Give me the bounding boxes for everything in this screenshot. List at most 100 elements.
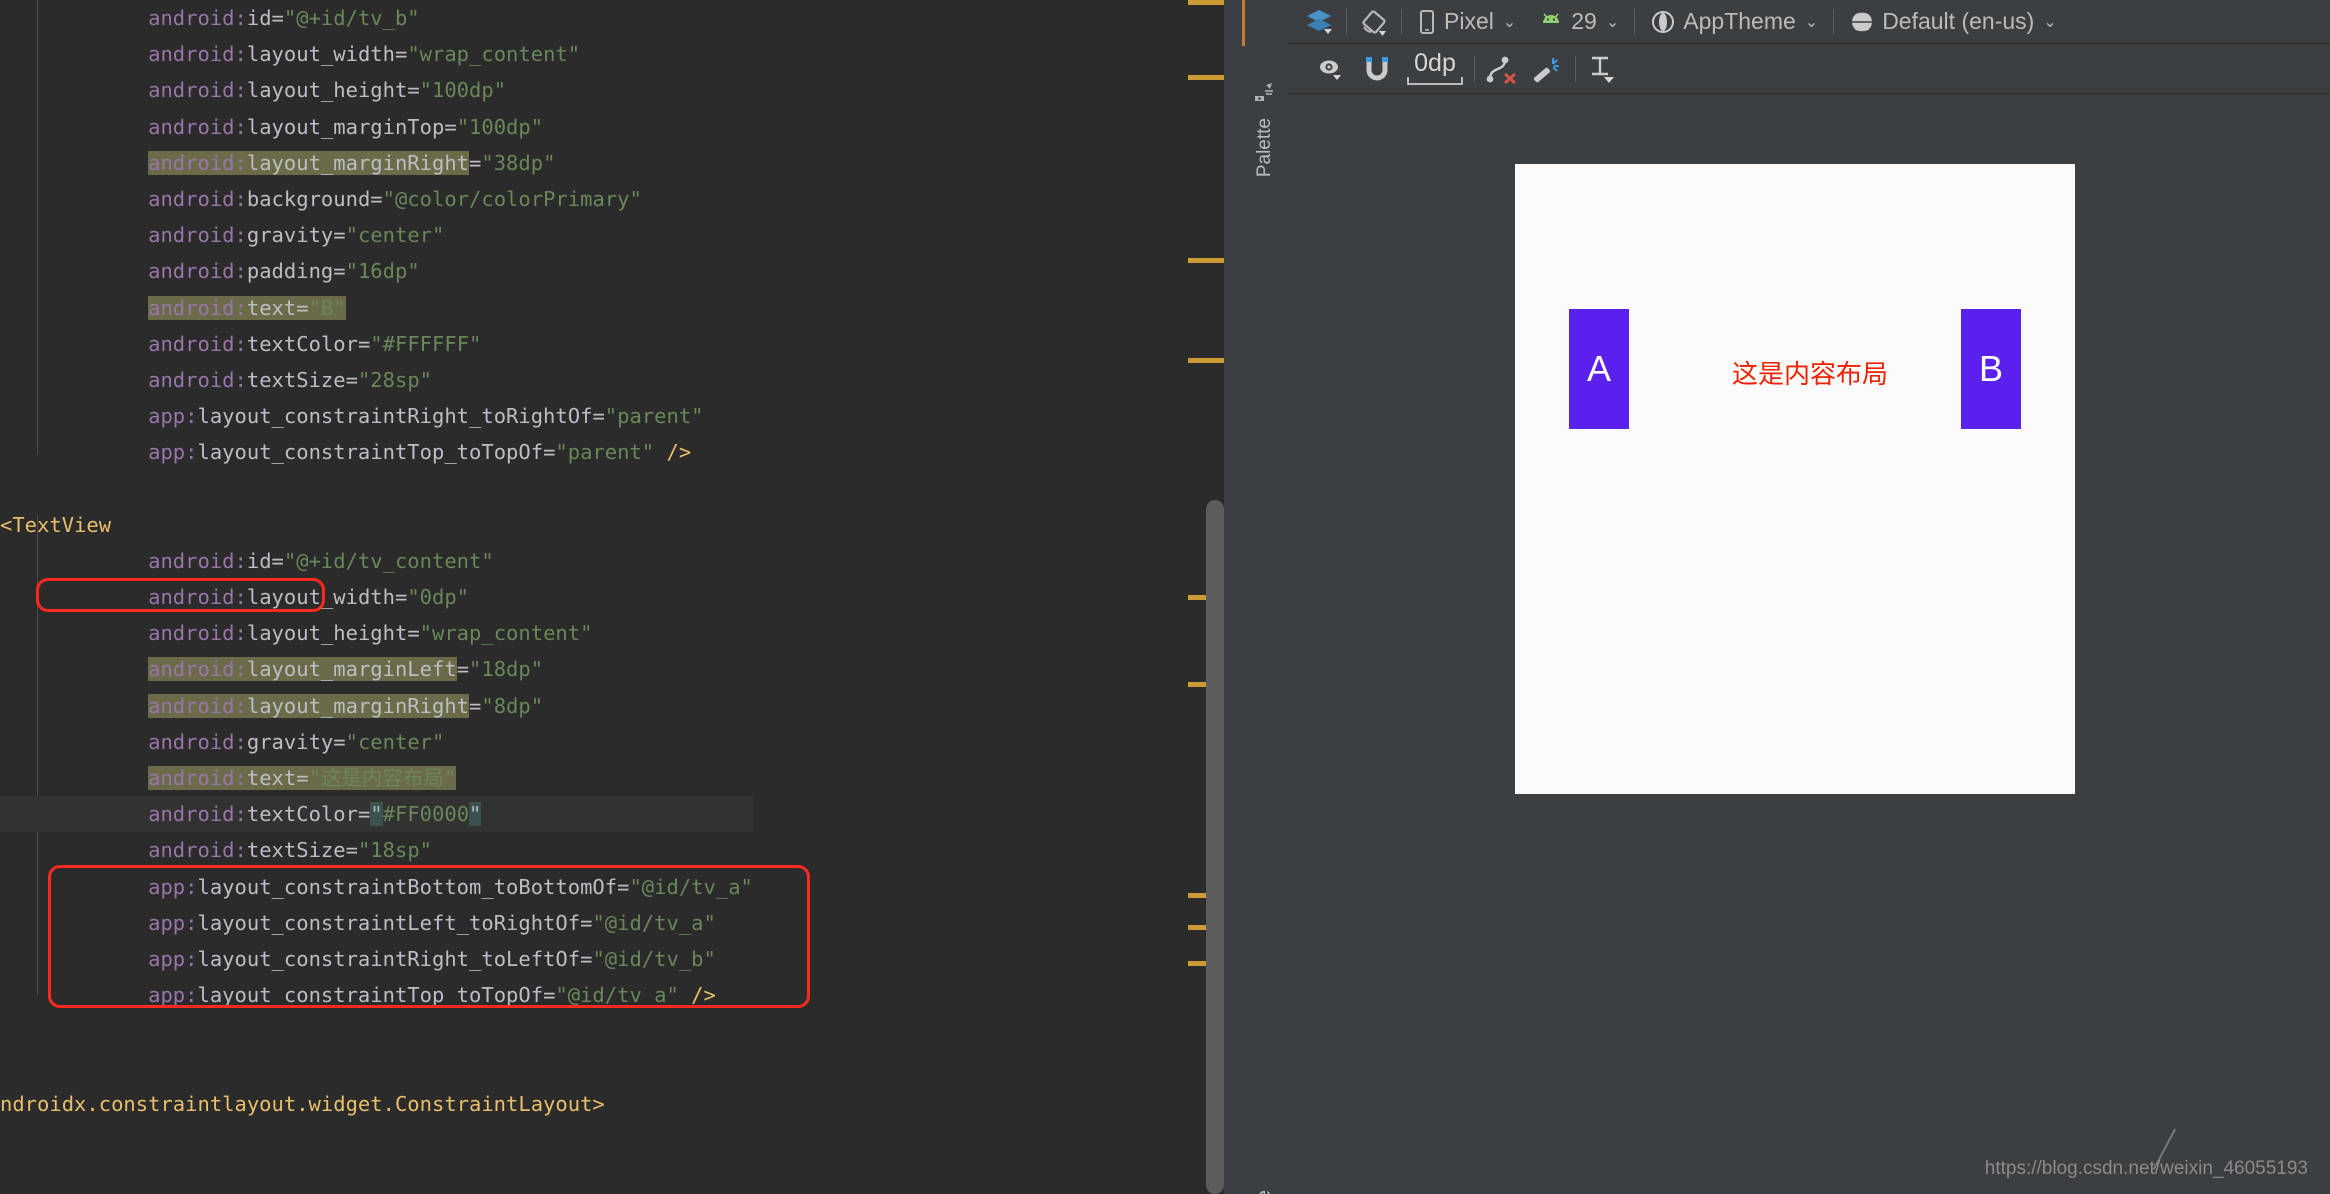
code-line[interactable]: app:layout_constraintBottom_toBottomOf="…: [0, 869, 753, 905]
code-token: id: [246, 548, 272, 573]
gutter-mark[interactable]: [1188, 75, 1224, 80]
design-canvas[interactable]: A 这是内容布局 B https://blog.csdn.net/weixin_…: [1288, 94, 2330, 1194]
locale-selector[interactable]: Default (en-us) ⌄: [1838, 2, 2068, 42]
code-line[interactable]: app:layout_constraintTop_toTopOf="parent…: [0, 434, 753, 470]
code-token: "wrap_content": [407, 42, 581, 67]
device-selector[interactable]: Pixel ⌄: [1406, 2, 1527, 42]
code-token: =: [543, 983, 556, 1008]
code-line[interactable]: android:layout_height="100dp": [0, 72, 753, 108]
code-token: gravity: [246, 729, 334, 754]
code-token: "0dp": [407, 585, 470, 609]
code-line[interactable]: android:layout_width="0dp": [0, 579, 753, 615]
clear-constraints-button[interactable]: [1479, 49, 1525, 89]
code-tokens: app:layout_constraintRight_toLeftOf="@id…: [148, 947, 716, 971]
tool-window-strip[interactable]: Palette Component Tree: [1242, 0, 1288, 1194]
code-line[interactable]: android:layout_marginRight="38dp": [0, 145, 753, 181]
editor-scrollbar-thumb[interactable]: [1206, 500, 1224, 1194]
code-content[interactable]: android:id="@+id/tv_b" android:layout_wi…: [0, 0, 753, 1122]
code-line[interactable]: android:id="@+id/tv_content": [0, 543, 753, 579]
code-line[interactable]: ndroidx.constraintlayout.widget.Constrai…: [0, 1086, 753, 1122]
code-line[interactable]: android:gravity="center": [0, 217, 753, 253]
code-token: layout_marginRight: [246, 150, 470, 175]
code-line[interactable]: app:layout_constraintRight_toRightOf="pa…: [0, 398, 753, 434]
view-options-button[interactable]: [1308, 49, 1354, 89]
code-token: app:: [148, 910, 198, 935]
code-line[interactable]: android:textSize="28sp": [0, 362, 753, 398]
textview-b[interactable]: B: [1961, 309, 2021, 429]
code-line[interactable]: android:padding="16dp": [0, 253, 753, 289]
code-line[interactable]: app:layout_constraintTop_toTopOf="@id/tv…: [0, 977, 753, 1013]
component-tree-tool-label[interactable]: Component Tree: [1254, 1190, 1276, 1194]
code-line[interactable]: android:gravity="center": [0, 724, 753, 760]
code-token: =: [271, 548, 284, 573]
code-line[interactable]: app:layout_constraintLeft_toRightOf="@id…: [0, 905, 753, 941]
code-token: android:: [148, 765, 247, 790]
eye-icon: [1320, 60, 1341, 80]
code-token: textColor: [246, 802, 358, 827]
code-tokens: android:layout_height="100dp": [148, 78, 506, 102]
code-line[interactable]: android:layout_width="wrap_content": [0, 36, 753, 72]
code-line[interactable]: android:textColor="#FF0000": [0, 796, 753, 833]
code-token: =: [469, 693, 482, 718]
code-token: layout_height: [246, 621, 408, 646]
code-token: ndroidx.constraintlayout.widget.Constrai…: [0, 1091, 605, 1116]
autoconnect-button[interactable]: [1354, 49, 1400, 89]
code-token: app:: [148, 946, 198, 971]
code-line[interactable]: [0, 1013, 753, 1049]
code-tokens: android:layout_marginTop="100dp": [148, 115, 543, 139]
infer-constraints-button[interactable]: [1525, 49, 1571, 89]
guidelines-button[interactable]: [1580, 49, 1626, 89]
code-line[interactable]: android:layout_height="wrap_content": [0, 615, 753, 651]
default-margin-button[interactable]: 0dp: [1406, 51, 1464, 86]
code-token: =: [333, 729, 346, 754]
design-surface-toggle[interactable]: [1296, 2, 1342, 42]
code-line[interactable]: android:text="这是内容布局": [0, 760, 753, 796]
code-line[interactable]: android:textColor="#FFFFFF": [0, 326, 753, 362]
theme-selector[interactable]: AppTheme ⌄: [1639, 2, 1829, 42]
device-preview[interactable]: A 这是内容布局 B: [1515, 164, 2075, 794]
code-token: background: [246, 186, 371, 211]
code-tokens: android:layout_marginRight="8dp": [148, 693, 543, 718]
textview-content[interactable]: 这是内容布局: [1695, 354, 1925, 391]
code-line[interactable]: android:background="@color/colorPrimary": [0, 181, 753, 217]
code-token: "wrap_content": [419, 621, 593, 646]
code-line[interactable]: android:layout_marginRight="8dp": [0, 688, 753, 724]
code-token: layout_constraintBottom_toBottomOf: [197, 874, 618, 899]
xml-code-editor[interactable]: android:id="@+id/tv_b" android:layout_wi…: [0, 0, 1242, 1194]
gutter-mark[interactable]: [1188, 358, 1224, 363]
code-line[interactable]: android:textSize="18sp": [0, 832, 753, 868]
design-toolbar-primary[interactable]: Pixel ⌄ 29 ⌄ AppTheme ⌄ Default (en-us) …: [1288, 0, 2330, 44]
toolbar-separator: [1346, 8, 1347, 35]
code-token: android:: [148, 838, 247, 863]
textview-a[interactable]: A: [1569, 309, 1629, 429]
layers-icon: [1307, 9, 1332, 34]
code-line[interactable]: android:text="B": [0, 290, 753, 326]
orientation-toggle[interactable]: [1351, 2, 1397, 42]
code-line[interactable]: android:layout_marginLeft="18dp": [0, 651, 753, 687]
api-level-selector[interactable]: 29 ⌄: [1527, 2, 1630, 42]
code-tokens: android:layout_height="wrap_content": [148, 621, 592, 645]
code-line[interactable]: app:layout_constraintRight_toLeftOf="@id…: [0, 941, 753, 977]
code-token: layout_marginTop: [246, 114, 445, 139]
palette-tool-label[interactable]: Palette: [1254, 118, 1276, 177]
code-token: "@id/tv_a": [592, 910, 716, 935]
code-token: =: [345, 367, 358, 392]
code-line[interactable]: android:id="@+id/tv_b": [0, 0, 753, 36]
code-token: =: [543, 440, 556, 465]
gutter-mark[interactable]: [1188, 0, 1224, 5]
design-toolbar-secondary[interactable]: 0dp: [1288, 44, 2330, 94]
code-line[interactable]: android:layout_marginTop="100dp": [0, 109, 753, 145]
code-token: =: [370, 186, 383, 211]
code-tokens: android:background="@color/colorPrimary": [148, 187, 642, 211]
code-token: "100dp": [419, 78, 507, 103]
code-token: gravity: [246, 223, 334, 248]
gutter-mark[interactable]: [1188, 258, 1224, 263]
code-line[interactable]: <TextView: [0, 507, 753, 543]
code-token: layout_constraintRight_toRightOf: [197, 404, 593, 429]
code-token: ": [370, 802, 383, 827]
code-line[interactable]: [0, 1049, 753, 1085]
chevron-down-icon: ⌄: [1804, 13, 1819, 31]
code-line[interactable]: [0, 470, 753, 506]
